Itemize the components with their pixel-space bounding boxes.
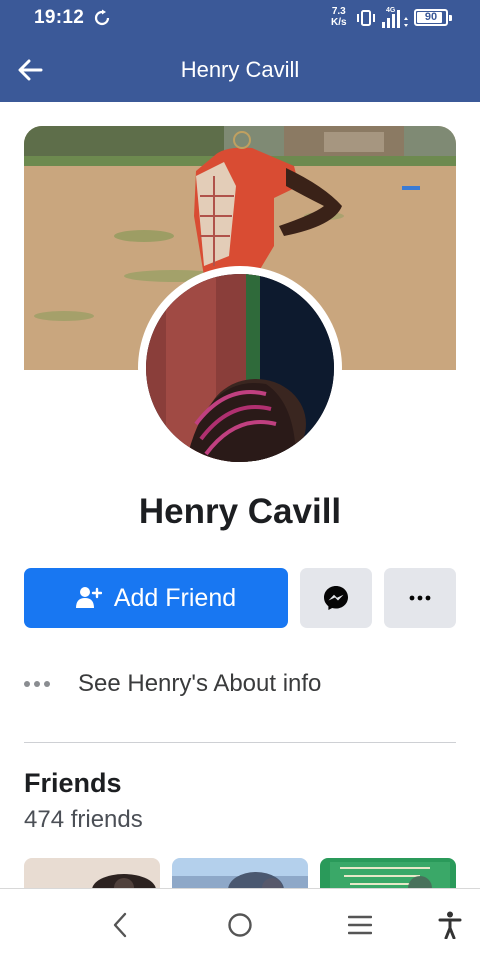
home-icon bbox=[228, 913, 252, 937]
header-title: Henry Cavill bbox=[180, 57, 300, 82]
system-navigation-bar bbox=[0, 888, 480, 960]
signal-icon: 4G bbox=[382, 7, 408, 28]
friend-thumbnail[interactable] bbox=[172, 858, 308, 890]
add-friend-icon bbox=[75, 587, 102, 608]
network-speed: 7.3 K/s bbox=[331, 6, 347, 28]
friend-thumbnail[interactable] bbox=[24, 858, 160, 890]
add-friend-button[interactable]: Add Friend bbox=[24, 568, 288, 628]
nav-back-button[interactable] bbox=[102, 907, 138, 943]
network-speed-value: 7.3 bbox=[331, 6, 346, 17]
battery-icon: 90 bbox=[414, 9, 452, 26]
app-header: Henry Cavill bbox=[0, 36, 480, 102]
vibrate-icon bbox=[357, 10, 375, 26]
back-icon bbox=[113, 912, 127, 938]
more-dots-icon bbox=[409, 595, 431, 601]
see-about-info-link[interactable]: See Henry's About info bbox=[24, 664, 456, 704]
nav-recents-button[interactable] bbox=[342, 907, 378, 943]
battery-level: 90 bbox=[424, 11, 438, 23]
friend-thumbnail[interactable] bbox=[320, 858, 456, 890]
status-bar: 19:12 7.3 K/s 4G 90 bbox=[0, 0, 480, 36]
ellipsis-icon bbox=[24, 681, 54, 687]
accessibility-icon bbox=[438, 911, 462, 939]
about-info-label: See Henry's About info bbox=[78, 670, 322, 697]
nav-accessibility-button[interactable] bbox=[432, 907, 468, 943]
messenger-icon bbox=[324, 586, 348, 610]
profile-avatar[interactable] bbox=[146, 274, 334, 462]
nav-home-button[interactable] bbox=[222, 907, 258, 943]
more-options-button[interactable] bbox=[384, 568, 456, 628]
profile-name: Henry Cavill bbox=[138, 492, 342, 531]
sync-icon bbox=[94, 9, 110, 26]
friends-count: 474 friends bbox=[24, 806, 143, 833]
add-friend-label: Add Friend bbox=[113, 583, 237, 612]
section-divider bbox=[24, 742, 456, 743]
network-speed-unit: K/s bbox=[331, 17, 347, 28]
messenger-button[interactable] bbox=[300, 568, 372, 628]
network-type-label: 4G bbox=[386, 7, 396, 14]
status-time: 19:12 bbox=[34, 7, 85, 28]
recents-icon bbox=[348, 915, 372, 935]
friends-section-title: Friends bbox=[24, 768, 122, 798]
